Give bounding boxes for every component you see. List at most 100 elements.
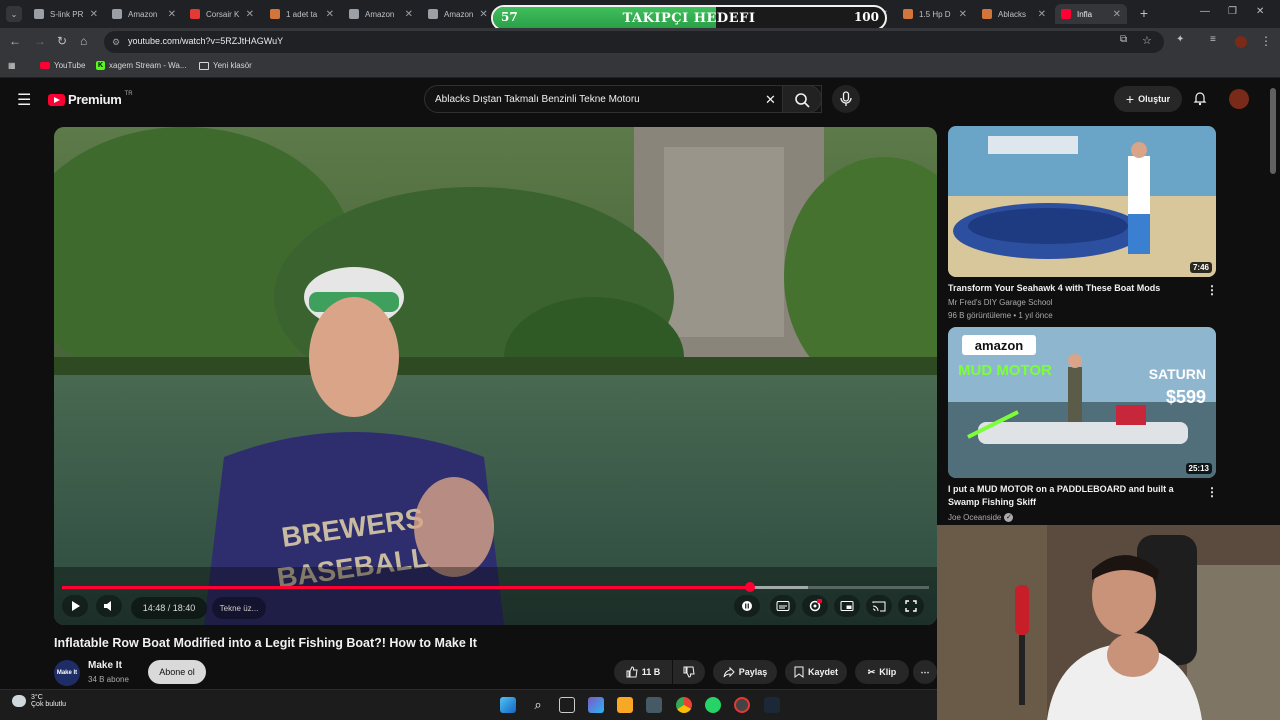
browser-tab[interactable]: Amazon ✕ xyxy=(343,4,419,24)
hamburger-menu-icon[interactable]: ☰ xyxy=(17,90,31,110)
rec-thumbnail-1[interactable]: 7:46 xyxy=(948,126,1216,277)
clip-button[interactable]: ✂ Klip xyxy=(855,660,909,684)
tab-close-icon[interactable]: ✕ xyxy=(405,9,413,20)
steam-icon[interactable] xyxy=(764,697,780,713)
close-window-icon[interactable]: ✕ xyxy=(1256,6,1264,17)
copilot-icon[interactable] xyxy=(588,697,604,713)
progress-bar[interactable] xyxy=(62,582,929,592)
browser-tab[interactable]: Infla ✕ xyxy=(1055,4,1127,24)
dislike-button[interactable] xyxy=(673,660,705,684)
cast-icon xyxy=(872,601,886,612)
search-input[interactable]: Ablacks Dıştan Takmalı Benzinli Tekne Mo… xyxy=(435,94,640,105)
taskbar-search-icon[interactable]: ⌕ xyxy=(530,697,546,713)
cast-button[interactable] xyxy=(866,595,892,617)
weather-temperature: 3°C xyxy=(31,694,43,701)
rec-channel-2-row[interactable]: Joe Oceanside ✓ xyxy=(948,513,1014,522)
media-control-icon[interactable]: ≡ xyxy=(1210,34,1216,45)
channel-name[interactable]: Make It xyxy=(88,660,122,671)
youtube-premium-logo[interactable]: Premium TR xyxy=(48,91,133,107)
rec-title-1[interactable]: Transform Your Seahawk 4 with These Boat… xyxy=(948,282,1198,295)
tab-favicon-icon xyxy=(112,9,122,19)
autoplay-toggle[interactable] xyxy=(734,595,760,617)
rec-title-2[interactable]: I put a MUD MOTOR on a PADDLEBOARD and b… xyxy=(948,483,1198,509)
like-button[interactable]: 11 B xyxy=(614,660,672,684)
extensions-icon[interactable]: ✦ xyxy=(1176,34,1184,45)
new-tab-button[interactable]: + xyxy=(1136,5,1152,21)
back-icon[interactable]: ← xyxy=(9,34,21,48)
forward-icon[interactable]: → xyxy=(34,34,46,48)
bookmark-youtube[interactable]: YouTube xyxy=(40,61,85,70)
browser-tab[interactable]: Amazon ✕ xyxy=(422,4,492,24)
whatsapp-icon[interactable] xyxy=(705,697,721,713)
browser-menu-icon[interactable]: ⋮ xyxy=(1260,34,1272,48)
plus-icon: + xyxy=(1125,91,1135,107)
address-bar[interactable]: ⚙ youtube.com/watch?v=5RZJtHAGWuY xyxy=(104,31,1164,53)
file-explorer-icon[interactable] xyxy=(617,697,633,713)
tab-close-icon[interactable]: ✕ xyxy=(959,9,967,20)
tab-close-icon[interactable]: ✕ xyxy=(326,9,334,20)
url-text[interactable]: youtube.com/watch?v=5RZJtHAGWuY xyxy=(128,36,283,46)
subscriber-count: 34 B abone xyxy=(88,675,129,684)
rec-channel-2[interactable]: Joe Oceanside xyxy=(948,513,1001,522)
chrome-taskbar-icon[interactable] xyxy=(676,697,692,713)
rec-thumbnail-2[interactable]: amazon MUD MOTOR SATURN $599 25:13 xyxy=(948,327,1216,478)
miniplayer-button[interactable] xyxy=(834,595,860,617)
bookmark-folder[interactable]: Yeni klasör xyxy=(199,61,252,70)
weather-widget[interactable]: 3°C Çok bulutlu xyxy=(12,694,66,708)
task-view-icon[interactable] xyxy=(559,697,575,713)
create-button[interactable]: + Oluştur xyxy=(1114,86,1182,112)
install-app-icon[interactable]: ⧉ xyxy=(1120,34,1127,45)
browser-tab[interactable]: S-link PR ✕ xyxy=(28,4,104,24)
rec-menu-icon-2[interactable]: ⋮ xyxy=(1206,485,1218,499)
account-avatar[interactable] xyxy=(1229,89,1249,109)
tab-close-icon[interactable]: ✕ xyxy=(168,9,176,20)
rec-thumbnail-image-1 xyxy=(948,126,1216,277)
tab-close-icon[interactable]: ✕ xyxy=(1113,9,1121,20)
fullscreen-button[interactable] xyxy=(898,595,924,617)
tab-search-button[interactable]: ⌄ xyxy=(6,6,22,22)
share-button[interactable]: Paylaş xyxy=(713,660,777,684)
page-scrollbar[interactable] xyxy=(1270,88,1276,174)
browser-tab[interactable]: Corsair K ✕ xyxy=(184,4,260,24)
tab-close-icon[interactable]: ✕ xyxy=(90,9,98,20)
browser-tab[interactable]: Ablacks ✕ xyxy=(976,4,1052,24)
scrubber-handle[interactable] xyxy=(744,582,755,592)
tab-close-icon[interactable]: ✕ xyxy=(1038,9,1046,20)
voice-search-button[interactable] xyxy=(832,85,860,113)
minimize-icon[interactable]: — xyxy=(1200,6,1210,17)
tab-close-icon[interactable]: ✕ xyxy=(479,9,487,20)
tab-close-icon[interactable]: ✕ xyxy=(246,9,254,20)
profile-avatar[interactable] xyxy=(1235,36,1247,48)
clear-search-icon[interactable]: ✕ xyxy=(765,92,776,108)
rec-menu-icon-1[interactable]: ⋮ xyxy=(1206,283,1218,297)
bookmark-star-icon[interactable]: ☆ xyxy=(1142,34,1152,47)
recorder-icon[interactable] xyxy=(734,697,750,713)
rec-channel-1[interactable]: Mr Fred's DIY Garage School xyxy=(948,298,1053,307)
subscribe-button[interactable]: Abone ol xyxy=(148,660,206,684)
search-box[interactable]: Ablacks Dıştan Takmalı Benzinli Tekne Mo… xyxy=(424,85,822,113)
browser-tab[interactable]: Amazon ✕ xyxy=(106,4,182,24)
home-icon[interactable]: ⌂ xyxy=(80,34,87,48)
restore-icon[interactable]: ❐ xyxy=(1228,6,1237,17)
notifications-bell-icon[interactable] xyxy=(1192,90,1208,106)
volume-button[interactable] xyxy=(96,595,122,617)
more-actions-button[interactable]: ⋯ xyxy=(913,660,937,684)
apps-grid-icon[interactable]: ▦ xyxy=(8,61,16,70)
settings-button[interactable] xyxy=(802,595,828,617)
reload-icon[interactable]: ↻ xyxy=(57,34,67,48)
store-icon[interactable] xyxy=(646,697,662,713)
chapter-button[interactable]: Tekne üz... xyxy=(212,597,266,619)
channel-avatar[interactable]: Make It xyxy=(54,660,80,686)
youtube-play-icon xyxy=(48,93,65,106)
goal-title: TAKIPÇI HEDEFI xyxy=(622,11,756,26)
bookmark-kick[interactable]: K xagem Stream - Wa... xyxy=(96,61,187,70)
site-info-icon[interactable]: ⚙ xyxy=(112,37,120,48)
windows-start-icon[interactable] xyxy=(500,697,516,713)
browser-tab[interactable]: 1 adet ta ✕ xyxy=(264,4,340,24)
search-button[interactable] xyxy=(782,85,822,113)
subtitles-button[interactable] xyxy=(770,595,796,617)
browser-tab[interactable]: 1.5 Hp D ✕ xyxy=(897,4,973,24)
video-player[interactable]: BREWERS BASEBALL 14:48 / 18:40 Tekne üz.… xyxy=(54,127,937,625)
play-button[interactable] xyxy=(62,595,88,617)
save-button[interactable]: Kaydet xyxy=(785,660,847,684)
